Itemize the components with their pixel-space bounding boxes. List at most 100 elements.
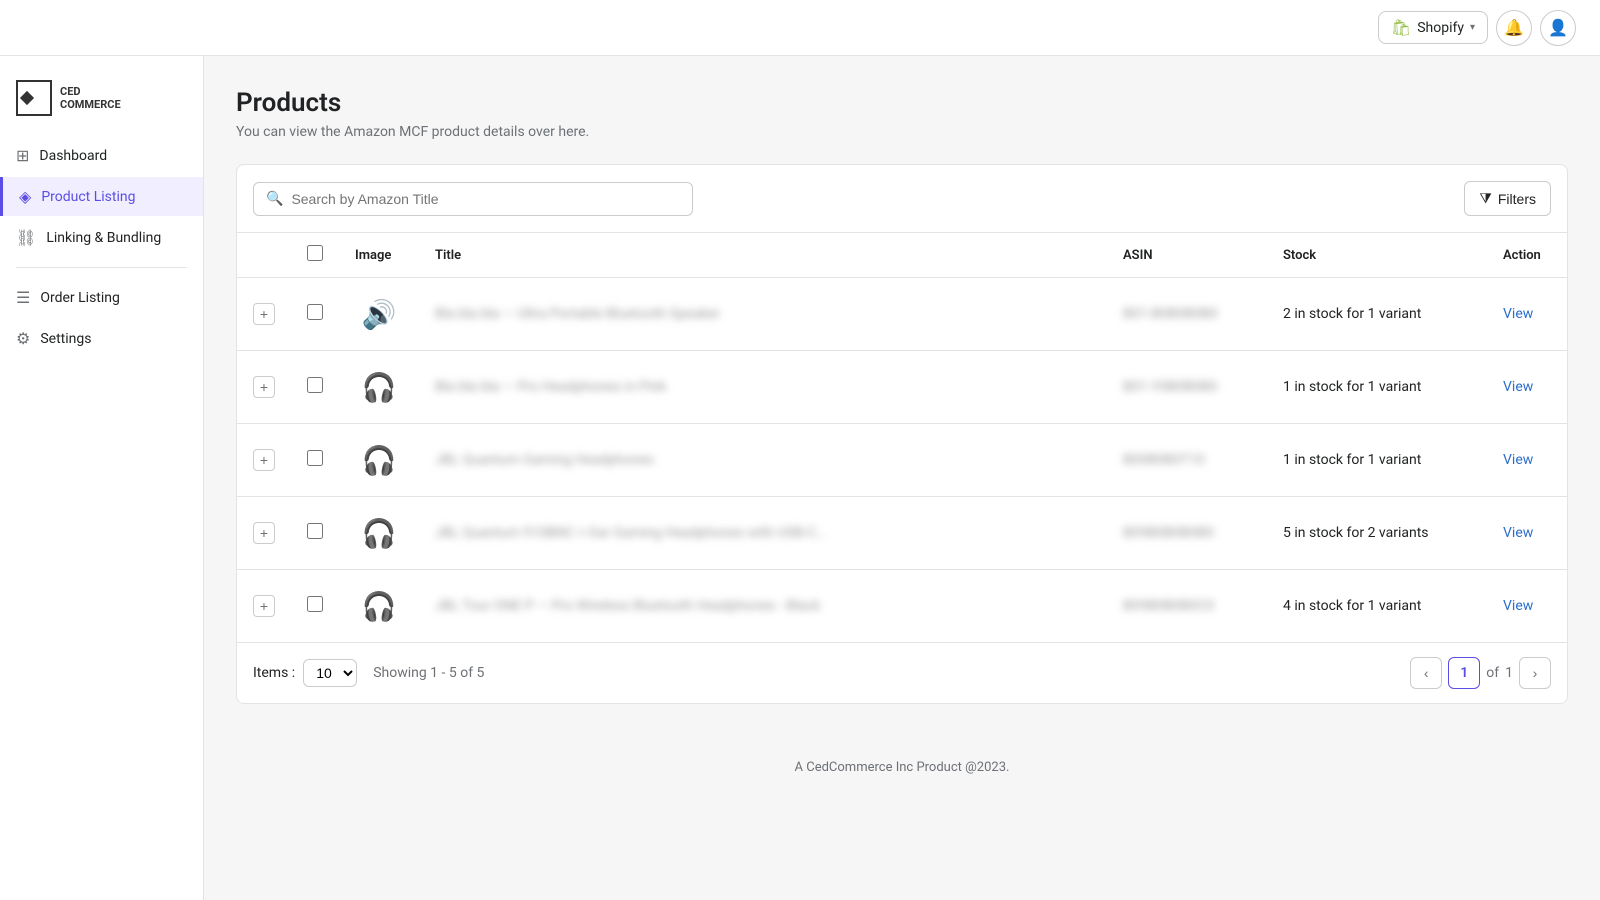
view-product-link[interactable]: View	[1503, 379, 1533, 395]
view-product-link[interactable]: View	[1503, 525, 1533, 541]
product-image: 🎧	[355, 436, 403, 484]
expand-row-button[interactable]: +	[253, 595, 275, 617]
sidebar-item-label: Dashboard	[39, 148, 107, 164]
filter-icon: ⧩	[1479, 190, 1492, 207]
col-title-header: Title	[419, 233, 1107, 278]
product-asin: B01-Y0B0B0B0	[1123, 379, 1217, 395]
items-per-page-select[interactable]: 10 25 50	[303, 659, 357, 687]
product-stock: 1 in stock for 1 variant	[1283, 379, 1421, 395]
row-checkbox[interactable]	[307, 596, 323, 612]
main-content: Products You can view the Amazon MCF pro…	[204, 56, 1600, 900]
product-asin: B09B0B0B0C0	[1123, 598, 1214, 614]
sidebar-item-order-listing[interactable]: ☰ Order Listing	[0, 278, 203, 317]
table-row: + 🎧 JBL Tour ONE P — Pro Wireless Bluetoot…	[237, 570, 1567, 643]
view-product-link[interactable]: View	[1503, 598, 1533, 614]
product-image: 🎧	[355, 363, 403, 411]
search-box: 🔍	[253, 182, 693, 216]
product-table: Image Title ASIN Stock	[237, 233, 1567, 642]
filters-button[interactable]: ⧩ Filters	[1464, 181, 1551, 216]
footer: A CedCommerce Inc Product @2023.	[236, 736, 1568, 799]
chevron-down-icon: ▾	[1470, 22, 1475, 33]
dashboard-icon: ⊞	[16, 146, 29, 165]
view-product-link[interactable]: View	[1503, 452, 1533, 468]
total-pages: 1	[1505, 665, 1513, 681]
items-per-page: Items : 10 25 50	[253, 659, 357, 687]
table-row: + 🎧 Bla bla bla — Pro Headphones in Pink B0…	[237, 351, 1567, 424]
logo-diamond-icon	[20, 91, 34, 105]
shopify-label: Shopify	[1417, 20, 1464, 36]
col-expand	[237, 233, 291, 278]
product-asin: B09B0B0B0B0	[1123, 525, 1214, 541]
view-product-link[interactable]: View	[1503, 306, 1533, 322]
expand-row-button[interactable]: +	[253, 449, 275, 471]
notification-button[interactable]: 🔔	[1496, 10, 1532, 46]
search-input[interactable]	[291, 191, 680, 207]
sidebar-item-product-listing[interactable]: ◈ Product Listing	[0, 177, 203, 216]
search-filter-bar: 🔍 ⧩ Filters	[237, 165, 1567, 233]
table-row: +🎧JBL Quantum Gaming HeadphonesB00B0B0T1…	[237, 424, 1567, 497]
linking-bundling-icon: ⛓	[16, 228, 36, 247]
product-card: 🔍 ⧩ Filters	[236, 164, 1568, 704]
table-row: + 🔊 Bla bla bla — Ultra Portable Bluetooth…	[237, 278, 1567, 351]
product-title: Bla bla bla — Ultra Portable Bluetooth S…	[435, 306, 720, 322]
col-action-header: Action	[1487, 233, 1567, 278]
product-listing-icon: ◈	[19, 187, 31, 206]
col-image-header: Image	[339, 233, 419, 278]
row-checkbox[interactable]	[307, 304, 323, 320]
product-asin: B01-B0B0B0B0	[1123, 306, 1218, 322]
sidebar-item-label: Linking & Bundling	[46, 230, 161, 246]
sidebar: CED COMMERCE ⊞ Dashboard ◈ Product Listi…	[0, 56, 204, 900]
sidebar-item-label: Settings	[40, 331, 91, 347]
sidebar-item-label: Product Listing	[41, 189, 135, 205]
row-checkbox[interactable]	[307, 377, 323, 393]
next-page-button[interactable]: ›	[1519, 657, 1551, 689]
sidebar-logo: CED COMMERCE	[0, 72, 203, 136]
row-checkbox[interactable]	[307, 450, 323, 466]
col-check	[291, 233, 339, 278]
logo-box	[16, 80, 52, 116]
shopify-button[interactable]: 🛍 Shopify ▾	[1378, 11, 1488, 44]
settings-icon: ⚙	[16, 329, 30, 348]
product-title: Bla bla bla — Pro Headphones in Pink	[435, 379, 666, 395]
items-label: Items :	[253, 665, 295, 681]
product-image: 🎧	[355, 509, 403, 557]
footer-text: A CedCommerce Inc Product @2023.	[795, 760, 1010, 775]
topbar: 🛍 Shopify ▾ 🔔 👤	[0, 0, 1600, 56]
sidebar-item-linking-bundling[interactable]: ⛓ Linking & Bundling	[0, 218, 203, 257]
col-stock-header: Stock	[1267, 233, 1487, 278]
row-checkbox[interactable]	[307, 523, 323, 539]
page-subtitle: You can view the Amazon MCF product deta…	[236, 124, 1568, 140]
logo-text: CED COMMERCE	[60, 85, 121, 111]
product-title: JBL Quantum 910BNC + Ear Gaming Headphon…	[435, 525, 827, 541]
user-icon: 👤	[1548, 18, 1568, 37]
product-title: JBL Tour ONE P — Pro Wireless Bluetooth …	[435, 598, 820, 614]
page-title: Products	[236, 88, 1568, 118]
expand-row-button[interactable]: +	[253, 376, 275, 398]
pagination-bar: Items : 10 25 50 Showing 1 - 5 of 5 ‹ 1 …	[237, 642, 1567, 703]
product-stock: 2 in stock for 1 variant	[1283, 306, 1421, 322]
user-button[interactable]: 👤	[1540, 10, 1576, 46]
product-stock: 4 in stock for 1 variant	[1283, 598, 1421, 614]
product-stock: 5 in stock for 2 variants	[1283, 525, 1429, 541]
product-image: 🎧	[355, 582, 403, 630]
col-asin-header: ASIN	[1107, 233, 1267, 278]
search-icon: 🔍	[266, 191, 283, 207]
product-title: JBL Quantum Gaming Headphones	[435, 452, 654, 468]
order-listing-icon: ☰	[16, 288, 30, 307]
sidebar-item-dashboard[interactable]: ⊞ Dashboard	[0, 136, 203, 175]
product-stock: 1 in stock for 1 variant	[1283, 452, 1421, 468]
sidebar-item-settings[interactable]: ⚙ Settings	[0, 319, 203, 358]
expand-row-button[interactable]: +	[253, 303, 275, 325]
table-header-row: Image Title ASIN Stock	[237, 233, 1567, 278]
shopify-bag-icon: 🛍	[1391, 18, 1411, 37]
bell-icon: 🔔	[1504, 18, 1524, 37]
sidebar-item-label: Order Listing	[40, 290, 120, 306]
prev-page-button[interactable]: ‹	[1410, 657, 1442, 689]
expand-row-button[interactable]: +	[253, 522, 275, 544]
page-nav: ‹ 1 of 1 ›	[1410, 657, 1551, 689]
showing-text: Showing 1 - 5 of 5	[373, 665, 484, 681]
select-all-checkbox[interactable]	[307, 245, 323, 261]
sidebar-nav: ⊞ Dashboard ◈ Product Listing ⛓ Linking …	[0, 136, 203, 358]
sidebar-divider	[16, 267, 187, 268]
product-image: 🔊	[355, 290, 403, 338]
